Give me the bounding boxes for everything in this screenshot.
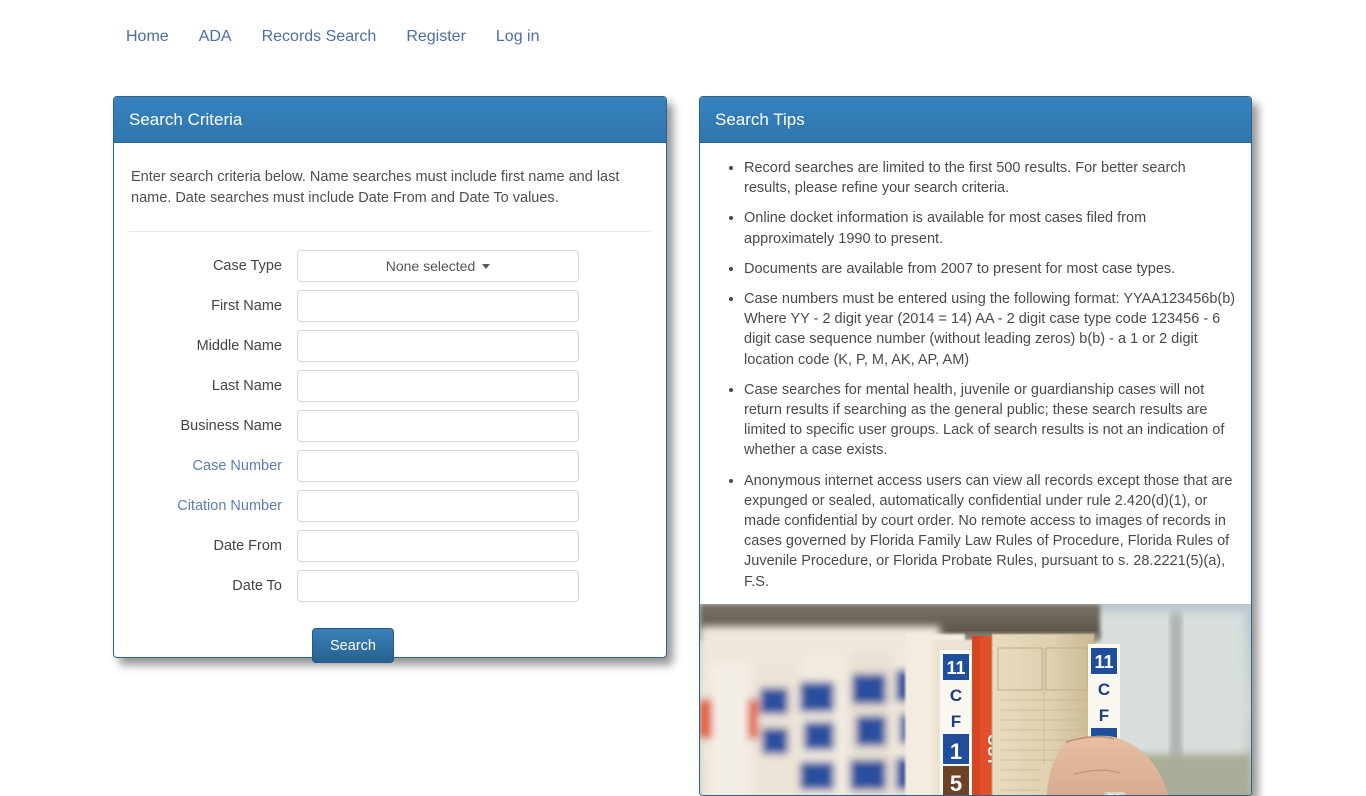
case-number-label-link[interactable]: Case Number — [129, 457, 297, 475]
svg-text:F: F — [1099, 706, 1109, 725]
search-tip-item: Case searches for mental health, juvenil… — [744, 380, 1236, 461]
chevron-down-icon — [482, 263, 491, 269]
search-tip-item: Online docket information is available f… — [744, 208, 1236, 248]
first-name-input[interactable] — [297, 290, 579, 322]
search-criteria-panel: Search Criteria Enter search criteria be… — [113, 96, 667, 663]
date-from-label: Date From — [213, 538, 283, 554]
form-row-case-type: Case Type None selected — [129, 250, 651, 282]
svg-text:F: F — [951, 712, 961, 731]
last-name-label: Last Name — [211, 378, 282, 394]
search-tips-title: Search Tips — [715, 109, 805, 129]
citation-number-input[interactable] — [297, 490, 579, 522]
nav-item-ada[interactable]: ADA — [184, 24, 247, 50]
business-name-label: Business Name — [180, 418, 282, 434]
form-row-business-name: Business Name — [129, 410, 651, 442]
svg-text:C: C — [1098, 680, 1110, 699]
svg-text:1: 1 — [950, 739, 962, 764]
search-button[interactable]: Search — [312, 628, 394, 663]
search-tip-item: Documents are available from 2007 to pre… — [744, 259, 1236, 279]
search-criteria-title: Search Criteria — [129, 109, 243, 129]
last-name-input[interactable] — [297, 370, 579, 402]
business-name-input[interactable] — [297, 410, 579, 442]
form-row-first-name: First Name — [129, 290, 651, 322]
search-criteria-body: Enter search criteria below. Name search… — [114, 143, 666, 678]
middle-name-input[interactable] — [297, 330, 579, 362]
top-navbar: Home ADA Records Search Register Log in — [0, 0, 1366, 74]
citation-number-label-link[interactable]: Citation Number — [129, 497, 297, 515]
date-to-label: Date To — [232, 578, 282, 594]
nav-item-home[interactable]: Home — [126, 24, 184, 50]
form-row-case-number: Case Number — [129, 450, 651, 482]
first-name-label: First Name — [211, 298, 282, 314]
form-row-middle-name: Middle Name — [129, 330, 651, 362]
date-to-input[interactable] — [297, 570, 579, 602]
svg-text:11: 11 — [946, 658, 965, 678]
nav-item-log-in[interactable]: Log in — [481, 24, 555, 50]
form-row-citation-number: Citation Number — [129, 490, 651, 522]
svg-text:5: 5 — [950, 771, 962, 796]
form-row-last-name: Last Name — [129, 370, 651, 402]
case-type-label: Case Type — [212, 258, 282, 274]
search-tip-item: Record searches are limited to the first… — [744, 158, 1236, 198]
search-tips-list: Record searches are limited to the first… — [715, 158, 1236, 592]
search-tips-body: Record searches are limited to the first… — [700, 143, 1251, 604]
search-tip-item: Case numbers must be entered using the f… — [744, 289, 1236, 370]
search-form: Case Type None selected First Name Middl… — [129, 232, 651, 663]
search-criteria-intro: Enter search criteria below. Name search… — [131, 169, 620, 206]
nav-list: Home ADA Records Search Register Log in — [126, 24, 554, 50]
nav-item-records-search[interactable]: Records Search — [247, 24, 392, 50]
search-button-row: Search — [129, 628, 651, 663]
svg-text:C: C — [950, 686, 962, 705]
middle-name-label: Middle Name — [196, 338, 282, 354]
form-row-date-to: Date To — [129, 570, 651, 602]
date-from-input[interactable] — [297, 530, 579, 562]
search-tips-header: Search Tips — [700, 97, 1251, 143]
records-room-photo: 11 C F 1 5 9 OUT — [700, 603, 1251, 796]
form-row-date-from: Date From — [129, 530, 651, 562]
nav-item-register[interactable]: Register — [391, 24, 481, 50]
search-criteria-header: Search Criteria — [114, 97, 666, 143]
case-type-dropdown[interactable]: None selected — [297, 250, 579, 282]
search-tip-item: Anonymous internet access users can view… — [744, 471, 1236, 592]
case-type-selected-value: None selected — [385, 258, 476, 274]
case-number-input[interactable] — [297, 450, 579, 482]
search-tips-panel: Search Tips Record searches are limited … — [699, 96, 1252, 796]
svg-text:11: 11 — [1094, 652, 1113, 672]
